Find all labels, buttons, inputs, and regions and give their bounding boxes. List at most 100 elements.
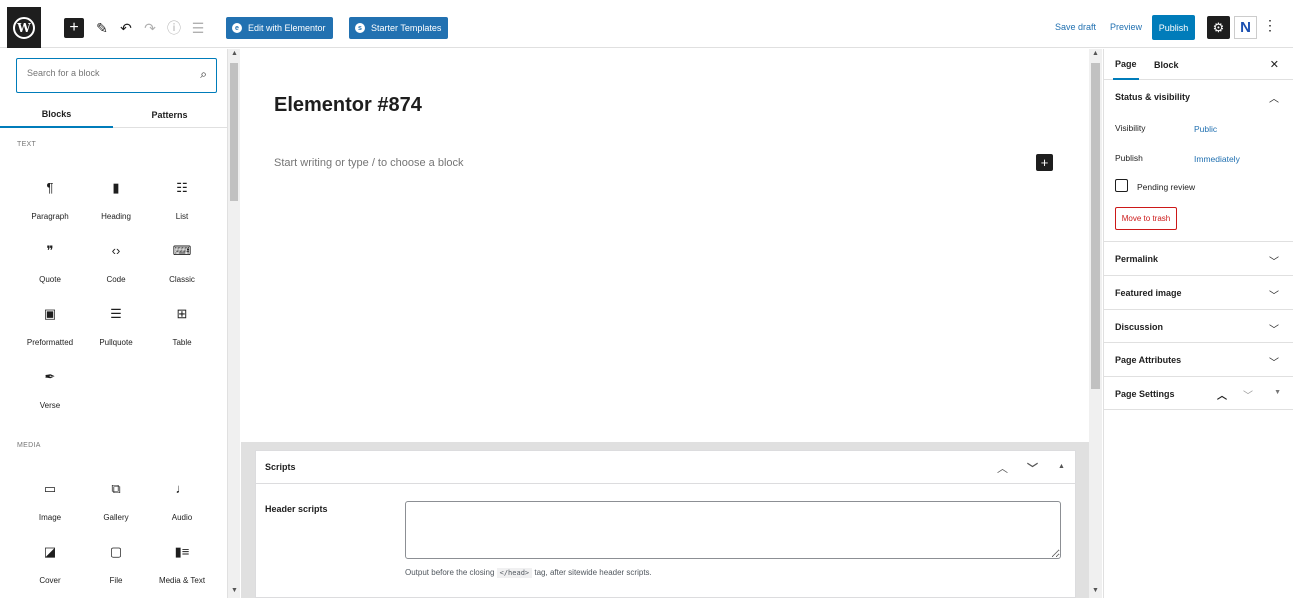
list-icon: ☷: [176, 180, 188, 195]
elementor-icon: e: [232, 23, 242, 33]
permalink-panel[interactable]: Permalink ﹀: [1104, 242, 1293, 276]
tab-patterns[interactable]: Patterns: [113, 101, 226, 128]
block-code[interactable]: ‹› Code: [81, 243, 151, 284]
block-audio[interactable]: ♩ Audio: [147, 481, 217, 522]
block-label: File: [109, 576, 123, 585]
block-image[interactable]: ▭ Image: [15, 481, 85, 522]
inline-add-block-button[interactable]: +: [1036, 154, 1053, 171]
block-search-input[interactable]: [27, 68, 187, 78]
block-preformatted[interactable]: ▣ Preformatted: [15, 306, 85, 347]
wordpress-logo-button[interactable]: W: [7, 7, 41, 48]
pending-review-checkbox[interactable]: [1115, 179, 1128, 192]
block-table[interactable]: ⊞ Table: [147, 306, 217, 347]
block-list[interactable]: ☷ List: [147, 180, 217, 221]
publish-button[interactable]: Publish: [1152, 15, 1195, 40]
desc-text-before: Output before the closing: [405, 568, 495, 577]
editor-scrollbar[interactable]: ▲ ▼: [1089, 49, 1102, 598]
save-draft-button[interactable]: Save draft: [1055, 22, 1096, 32]
close-icon[interactable]: ✕: [1270, 58, 1279, 71]
block-placeholder[interactable]: Start writing or type / to choose a bloc…: [274, 157, 464, 169]
block-label: Quote: [39, 275, 61, 284]
page-settings-panel[interactable]: Page Settings ︿ ﹀ ▼: [1104, 377, 1293, 410]
chevron-up-icon[interactable]: ︿: [1269, 90, 1279, 105]
tab-page[interactable]: Page: [1113, 49, 1139, 80]
header-scripts-textarea[interactable]: [405, 501, 1061, 559]
status-visibility-title[interactable]: Status & visibility: [1115, 92, 1190, 102]
scroll-down-icon[interactable]: ▼: [231, 587, 238, 594]
page-attributes-panel[interactable]: Page Attributes ﹀: [1104, 343, 1293, 377]
block-paragraph[interactable]: ¶ Paragraph: [15, 180, 85, 221]
move-up-icon[interactable]: ︿: [997, 460, 1008, 476]
move-to-trash-button[interactable]: Move to trash: [1115, 207, 1177, 230]
block-label: List: [175, 212, 189, 221]
gallery-icon: ⧉: [111, 481, 121, 496]
block-label: Table: [172, 338, 192, 347]
block-media-text[interactable]: ▮≡ Media & Text: [147, 544, 217, 585]
scroll-up-icon[interactable]: ▲: [1092, 50, 1099, 57]
collapse-toggle-icon[interactable]: ▼: [1274, 389, 1281, 396]
discussion-panel[interactable]: Discussion ﹀: [1104, 310, 1293, 343]
block-gallery[interactable]: ⧉ Gallery: [81, 481, 151, 522]
publish-label: Publish: [1115, 153, 1143, 163]
block-verse[interactable]: ✒ Verse: [15, 369, 85, 410]
scrollbar-thumb[interactable]: [1091, 63, 1100, 389]
block-search-box: ⌕: [16, 58, 217, 93]
block-label: Preformatted: [26, 338, 74, 347]
chevron-up-icon[interactable]: ︿: [1217, 387, 1227, 402]
scrollbar-thumb[interactable]: [230, 63, 238, 201]
scripts-title: Scripts: [265, 462, 296, 472]
preview-button[interactable]: Preview: [1110, 22, 1142, 32]
sidebar-tabs: Page Block ✕: [1104, 49, 1293, 80]
block-label: Audio: [171, 513, 193, 522]
publish-value[interactable]: Immediately: [1194, 154, 1240, 164]
move-down-icon[interactable]: ﹀: [1027, 460, 1038, 476]
chevron-down-icon[interactable]: ﹀: [1269, 354, 1279, 369]
starter-templates-label: Starter Templates: [371, 23, 442, 33]
starter-templates-button[interactable]: s Starter Templates: [349, 17, 449, 39]
scroll-down-icon[interactable]: ▼: [1092, 587, 1099, 594]
featured-image-panel[interactable]: Featured image ﹀: [1104, 276, 1293, 310]
heading-icon: ▮: [112, 180, 120, 195]
header-scripts-description: Output before the closing </head> tag, a…: [405, 568, 652, 578]
block-heading[interactable]: ▮ Heading: [81, 180, 151, 221]
header-scripts-label: Header scripts: [265, 504, 328, 514]
list-view-icon[interactable]: ☰: [188, 17, 208, 39]
more-options-icon[interactable]: ⋮: [1263, 17, 1277, 34]
scroll-up-icon[interactable]: ▲: [231, 50, 238, 57]
tab-block[interactable]: Block: [1152, 49, 1181, 80]
collapse-toggle-icon[interactable]: ▲: [1058, 463, 1065, 470]
media-text-icon: ▮≡: [174, 544, 190, 559]
settings-gear-icon[interactable]: ⚙: [1207, 16, 1230, 39]
block-pullquote[interactable]: ☰ Pullquote: [81, 306, 151, 347]
search-icon[interactable]: ⌕: [200, 67, 207, 82]
file-icon: ▢: [109, 544, 123, 559]
desc-text-after: tag, after sitewide header scripts.: [534, 568, 652, 577]
scripts-meta-header[interactable]: Scripts ︿ ﹀ ▲: [256, 451, 1075, 484]
block-file[interactable]: ▢ File: [81, 544, 151, 585]
block-label: Media & Text: [158, 576, 206, 585]
chevron-down-icon[interactable]: ﹀: [1243, 387, 1253, 402]
edit-pencil-icon[interactable]: ✎: [92, 17, 112, 39]
settings-sidebar: Page Block ✕ Status & visibility ︿ Visib…: [1103, 49, 1293, 598]
add-block-button[interactable]: +: [64, 18, 84, 38]
info-icon[interactable]: ⓘ: [164, 17, 184, 39]
plugin-n-logo-icon[interactable]: N: [1234, 16, 1257, 39]
chevron-down-icon[interactable]: ﹀: [1269, 287, 1279, 302]
block-cover[interactable]: ◪ Cover: [15, 544, 85, 585]
post-title[interactable]: Elementor #874: [274, 94, 422, 117]
block-label: Verse: [39, 401, 61, 410]
redo-icon[interactable]: ↷: [140, 17, 160, 39]
inserter-scrollbar[interactable]: ▲ ▼: [228, 49, 240, 598]
block-label: Cover: [39, 576, 61, 585]
visibility-value[interactable]: Public: [1194, 124, 1217, 134]
undo-icon[interactable]: ↶: [116, 17, 136, 39]
block-quote[interactable]: ❞ Quote: [15, 243, 85, 284]
scripts-meta-box: Scripts ︿ ﹀ ▲ Header scripts Output befo…: [255, 450, 1076, 598]
chevron-down-icon[interactable]: ﹀: [1269, 321, 1279, 336]
edit-with-elementor-button[interactable]: e Edit with Elementor: [226, 17, 333, 39]
chevron-down-icon[interactable]: ﹀: [1269, 253, 1279, 268]
tab-blocks[interactable]: Blocks: [0, 101, 113, 128]
meta-boxes-area: Scripts ︿ ﹀ ▲ Header scripts Output befo…: [241, 442, 1089, 598]
block-label: Heading: [101, 212, 131, 221]
block-classic[interactable]: ⌨ Classic: [147, 243, 217, 284]
